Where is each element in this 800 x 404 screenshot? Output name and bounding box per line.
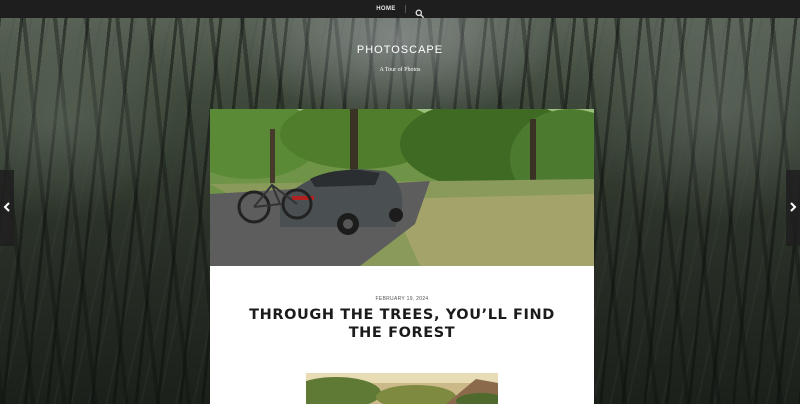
post-card: FEBRUARY 19, 2024 THROUGH THE TREES, YOU…	[210, 109, 594, 404]
site-tagline: A Tour of Photos	[379, 67, 421, 73]
post-inline-image[interactable]	[306, 373, 498, 404]
chevron-right-icon	[789, 199, 797, 217]
featured-image[interactable]	[210, 109, 594, 266]
post-title[interactable]: THROUGH THE TREES, YOU’LL FIND THE FORES…	[230, 306, 574, 342]
previous-post-button[interactable]	[0, 170, 14, 246]
post-date: FEBRUARY 19, 2024	[375, 296, 429, 302]
search-icon[interactable]	[415, 5, 424, 18]
top-navigation-bar: HOME	[0, 0, 800, 18]
nav-home-link[interactable]: HOME	[376, 6, 396, 12]
nav-divider	[404, 5, 406, 13]
next-post-button[interactable]	[786, 170, 800, 246]
chevron-left-icon	[3, 199, 11, 217]
site-title[interactable]: PHOTOSCAPE	[0, 44, 800, 56]
